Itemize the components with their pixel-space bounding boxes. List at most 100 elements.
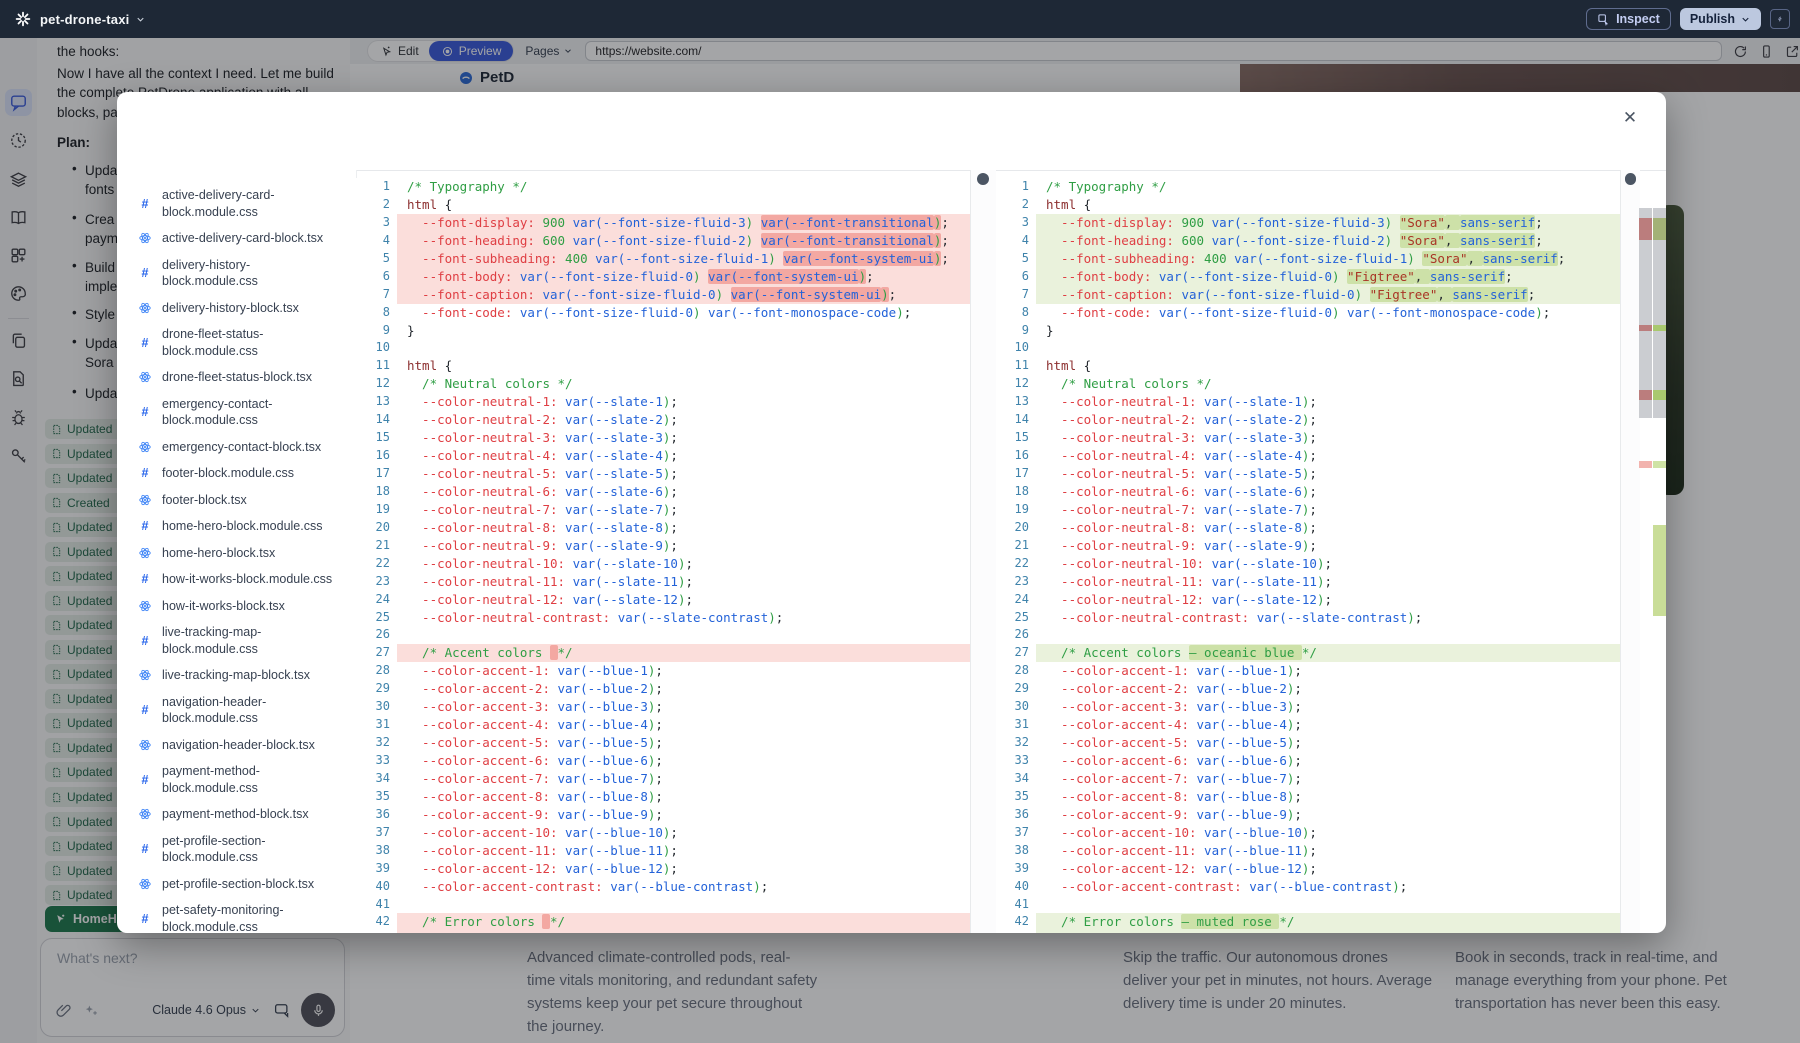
line-number: 16 bbox=[995, 447, 1036, 465]
code-line-new: 26 bbox=[995, 626, 1620, 644]
file-list-item[interactable]: # delivery-history-block.module.css bbox=[128, 252, 346, 295]
line-number: 17 bbox=[356, 465, 397, 483]
line-number: 22 bbox=[995, 555, 1036, 573]
code-line-new: 28 --color-accent-1: var(--blue-1); bbox=[995, 662, 1620, 680]
activity-button[interactable] bbox=[1770, 9, 1790, 29]
code-line-old: 42 /* Error colors */ bbox=[356, 913, 970, 931]
line-number: 13 bbox=[356, 393, 397, 411]
react-icon bbox=[138, 301, 152, 315]
old-scrollbar-thumb[interactable] bbox=[977, 173, 989, 185]
code-line-old: 32 --color-accent-5: var(--blue-5); bbox=[356, 734, 970, 752]
line-number: 37 bbox=[995, 824, 1036, 842]
file-list-item[interactable]: delivery-history-block.tsx bbox=[128, 295, 346, 322]
code-line-old: 14 --color-neutral-2: var(--slate-2); bbox=[356, 411, 970, 429]
code-line-new: 15 --color-neutral-3: var(--slate-3); bbox=[995, 429, 1620, 447]
minimap-old-mark bbox=[1639, 218, 1652, 240]
file-list-item[interactable]: active-delivery-card-block.tsx bbox=[128, 225, 346, 252]
file-list-item[interactable]: emergency-contact-block.tsx bbox=[128, 434, 346, 461]
close-icon[interactable]: ✕ bbox=[1617, 105, 1643, 131]
file-list-item[interactable]: live-tracking-map-block.tsx bbox=[128, 662, 346, 689]
line-number: 9 bbox=[995, 322, 1036, 340]
code-line-new: 24 --color-neutral-12: var(--slate-12); bbox=[995, 591, 1620, 609]
file-name: footer-block.tsx bbox=[162, 492, 247, 509]
line-number: 24 bbox=[995, 591, 1036, 609]
file-list-item[interactable]: # live-tracking-map-block.module.css bbox=[128, 619, 346, 662]
code-line-new: 18 --color-neutral-6: var(--slate-6); bbox=[995, 483, 1620, 501]
code-line-new: 36 --color-accent-9: var(--blue-9); bbox=[995, 806, 1620, 824]
code-line-new: 43 --color-error-1: bbox=[995, 931, 1620, 933]
code-line-new: 6 --font-body: var(--font-size-fluid-0) … bbox=[995, 268, 1620, 286]
line-number: 26 bbox=[356, 626, 397, 644]
css-module-icon: # bbox=[142, 519, 149, 533]
file-list-item[interactable]: # pet-safety-monitoring-block.module.css bbox=[128, 897, 346, 933]
code-line-old: 26 bbox=[356, 626, 970, 644]
project-chevron-icon[interactable] bbox=[135, 14, 146, 25]
file-list-item[interactable]: pet-profile-section-block.tsx bbox=[128, 871, 346, 898]
react-icon bbox=[138, 807, 152, 821]
file-name: drone-fleet-status-block.module.css bbox=[162, 326, 263, 359]
file-list-item[interactable]: # home-hero-block.module.css bbox=[128, 513, 346, 540]
code-line-new: 40 --color-accent-contrast: var(--blue-c… bbox=[995, 878, 1620, 896]
css-module-icon: # bbox=[142, 703, 149, 717]
react-icon bbox=[138, 370, 152, 384]
inspect-button[interactable]: Inspect bbox=[1586, 8, 1671, 30]
css-module-icon: # bbox=[142, 773, 149, 787]
inspect-label: Inspect bbox=[1616, 12, 1660, 26]
line-number: 26 bbox=[995, 626, 1036, 644]
file-name: live-tracking-map-block.module.css bbox=[162, 624, 346, 657]
file-list-item[interactable]: # how-it-works-block.module.css bbox=[128, 566, 346, 593]
line-number: 29 bbox=[356, 680, 397, 698]
file-list-item[interactable]: # navigation-header-block.module.css bbox=[128, 689, 346, 732]
css-module-icon: # bbox=[142, 466, 149, 480]
line-number: 12 bbox=[356, 375, 397, 393]
file-list-item[interactable]: # active-delivery-card-block.module.css bbox=[128, 182, 346, 225]
code-line-old: 21 --color-neutral-9: var(--slate-9); bbox=[356, 537, 970, 555]
react-icon bbox=[138, 493, 152, 507]
line-number: 10 bbox=[995, 339, 1036, 357]
file-name: pet-profile-section-block.module.css bbox=[162, 833, 266, 866]
file-list-item[interactable]: # payment-method-block.module.css bbox=[128, 758, 346, 801]
code-line-old: 23 --color-neutral-11: var(--slate-11); bbox=[356, 573, 970, 591]
line-number: 2 bbox=[995, 196, 1036, 214]
minimap-new-mark bbox=[1653, 208, 1666, 218]
react-icon bbox=[138, 738, 152, 752]
file-list-item[interactable]: # pet-profile-section-block.module.css bbox=[128, 828, 346, 871]
minimap-old-mark bbox=[1639, 461, 1652, 468]
line-number: 17 bbox=[995, 465, 1036, 483]
file-list-item[interactable]: home-hero-block.tsx bbox=[128, 540, 346, 567]
line-number: 40 bbox=[995, 878, 1036, 896]
code-line-new: 16 --color-neutral-4: var(--slate-4); bbox=[995, 447, 1620, 465]
line-number: 6 bbox=[995, 268, 1036, 286]
file-list-item[interactable]: footer-block.tsx bbox=[128, 487, 346, 514]
file-list-item[interactable]: payment-method-block.tsx bbox=[128, 801, 346, 828]
project-title[interactable]: pet-drone-taxi bbox=[40, 12, 129, 27]
file-name: emergency-contact-block.module.css bbox=[162, 396, 272, 429]
code-line-old: 33 --color-accent-6: var(--blue-6); bbox=[356, 752, 970, 770]
line-number: 37 bbox=[356, 824, 397, 842]
file-list-item[interactable]: how-it-works-block.tsx bbox=[128, 593, 346, 620]
line-number: 23 bbox=[356, 573, 397, 591]
new-scrollbar-thumb[interactable] bbox=[1625, 173, 1636, 185]
publish-button[interactable]: Publish bbox=[1680, 8, 1761, 30]
new-panel-scrollbar[interactable] bbox=[1620, 170, 1640, 933]
line-number: 19 bbox=[356, 501, 397, 519]
line-number: 30 bbox=[356, 698, 397, 716]
line-number: 40 bbox=[356, 878, 397, 896]
line-number: 18 bbox=[356, 483, 397, 501]
code-line-old: 22 --color-neutral-10: var(--slate-10); bbox=[356, 555, 970, 573]
code-line-new: 34 --color-accent-7: var(--blue-7); bbox=[995, 770, 1620, 788]
code-line-new: 21 --color-neutral-9: var(--slate-9); bbox=[995, 537, 1620, 555]
css-module-icon: # bbox=[142, 197, 149, 211]
code-line-old: 34 --color-accent-7: var(--blue-7); bbox=[356, 770, 970, 788]
file-list-item[interactable]: navigation-header-block.tsx bbox=[128, 732, 346, 759]
file-list-item[interactable]: drone-fleet-status-block.tsx bbox=[128, 364, 346, 391]
file-list-item[interactable]: # drone-fleet-status-block.module.css bbox=[128, 321, 346, 364]
file-list-item[interactable]: # footer-block.module.css bbox=[128, 460, 346, 487]
line-number: 19 bbox=[995, 501, 1036, 519]
old-panel-scrollbar[interactable] bbox=[970, 170, 996, 933]
code-line-new: 4 --font-heading: 600 var(--font-size-fl… bbox=[995, 232, 1620, 250]
file-name: home-hero-block.tsx bbox=[162, 545, 275, 562]
css-module-icon: # bbox=[142, 842, 149, 856]
file-list-item[interactable]: # emergency-contact-block.module.css bbox=[128, 391, 346, 434]
line-number: 32 bbox=[356, 734, 397, 752]
